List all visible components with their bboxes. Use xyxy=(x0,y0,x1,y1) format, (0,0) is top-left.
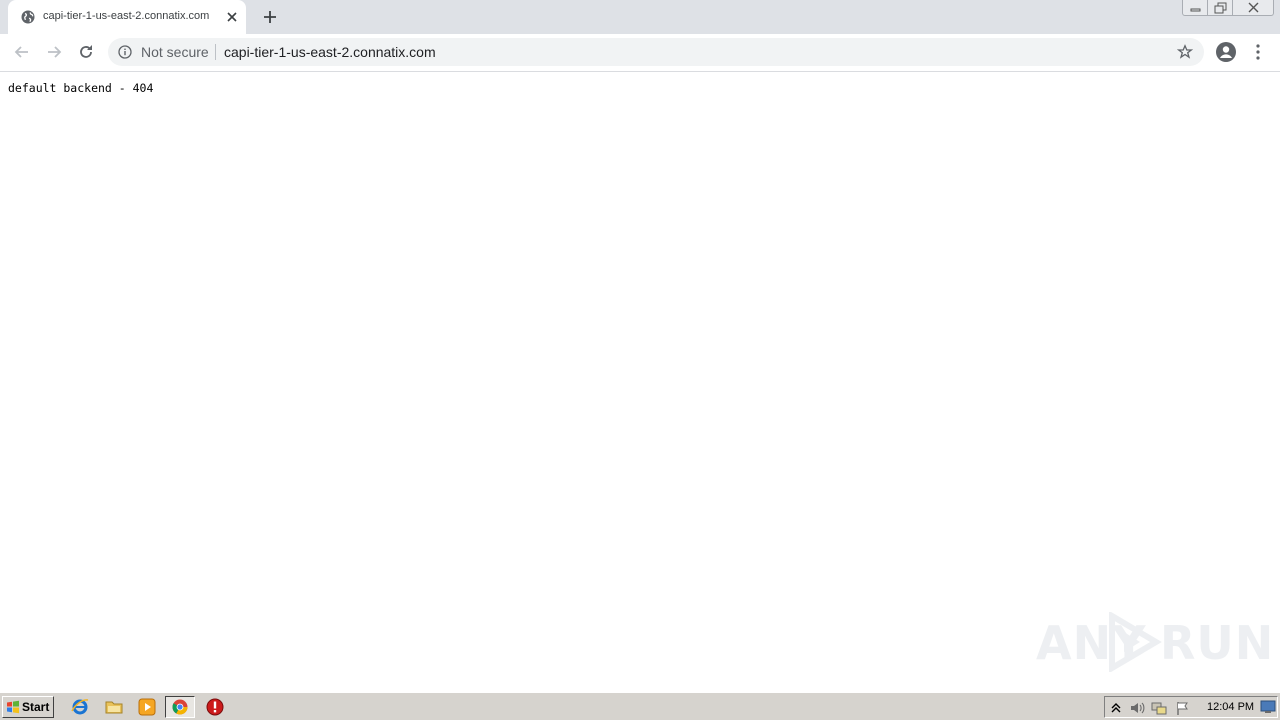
chrome-taskbar-button[interactable] xyxy=(165,696,195,718)
address-bar[interactable]: Not secure capi-tier-1-us-east-2.connati… xyxy=(108,38,1204,66)
start-label: Start xyxy=(22,700,50,714)
restore-icon xyxy=(1214,2,1227,14)
media-player-icon[interactable] xyxy=(137,697,157,717)
watermark-play-icon xyxy=(1109,612,1162,672)
speaker-icon[interactable] xyxy=(1129,700,1145,716)
minimize-button[interactable] xyxy=(1182,0,1208,16)
reload-icon[interactable] xyxy=(76,42,96,62)
address-separator xyxy=(215,44,216,60)
response-body-text: default backend - 404 xyxy=(8,81,154,95)
new-tab-icon[interactable] xyxy=(262,9,278,25)
internet-explorer-icon[interactable] xyxy=(70,697,90,717)
globe-icon xyxy=(21,10,35,24)
profile-avatar-icon[interactable] xyxy=(1215,41,1237,63)
forward-arrow-icon[interactable] xyxy=(44,42,64,62)
page-content: default backend - 404 ANY RUN xyxy=(0,72,1280,692)
start-button[interactable]: Start xyxy=(2,696,54,718)
anyrun-watermark: ANY RUN xyxy=(1036,608,1273,672)
close-window-icon xyxy=(1248,2,1259,13)
security-status[interactable]: Not secure xyxy=(141,44,209,60)
windows-taskbar: Start 12:04 PM xyxy=(0,692,1280,720)
browser-tab[interactable]: capi-tier-1-us-east-2.connatix.com xyxy=(8,0,246,34)
bookmark-star-icon[interactable] xyxy=(1177,44,1193,60)
stop-sign-icon[interactable] xyxy=(205,697,225,717)
back-arrow-icon[interactable] xyxy=(12,42,32,62)
browser-toolbar: Not secure capi-tier-1-us-east-2.connati… xyxy=(0,34,1280,72)
restore-button[interactable] xyxy=(1207,0,1233,16)
close-tab-icon[interactable] xyxy=(226,11,238,23)
show-desktop-icon[interactable] xyxy=(1260,700,1276,714)
windows-logo-icon xyxy=(7,700,19,714)
info-icon[interactable] xyxy=(118,45,132,59)
network-icon[interactable] xyxy=(1151,700,1167,716)
watermark-text-right: RUN xyxy=(1160,616,1275,670)
chrome-icon xyxy=(172,699,188,715)
show-hidden-icons-icon[interactable] xyxy=(1108,700,1124,716)
close-window-button[interactable] xyxy=(1232,0,1274,16)
taskbar-clock[interactable]: 12:04 PM xyxy=(1207,701,1254,713)
url-text[interactable]: capi-tier-1-us-east-2.connatix.com xyxy=(224,44,436,60)
minimize-icon xyxy=(1190,8,1201,12)
tab-strip: capi-tier-1-us-east-2.connatix.com xyxy=(0,0,1280,34)
folder-icon[interactable] xyxy=(104,697,124,717)
kebab-menu-icon[interactable] xyxy=(1250,42,1266,62)
tab-title: capi-tier-1-us-east-2.connatix.com xyxy=(43,10,210,22)
action-center-flag-icon[interactable] xyxy=(1175,700,1191,716)
system-tray: 12:04 PM xyxy=(1104,696,1278,718)
